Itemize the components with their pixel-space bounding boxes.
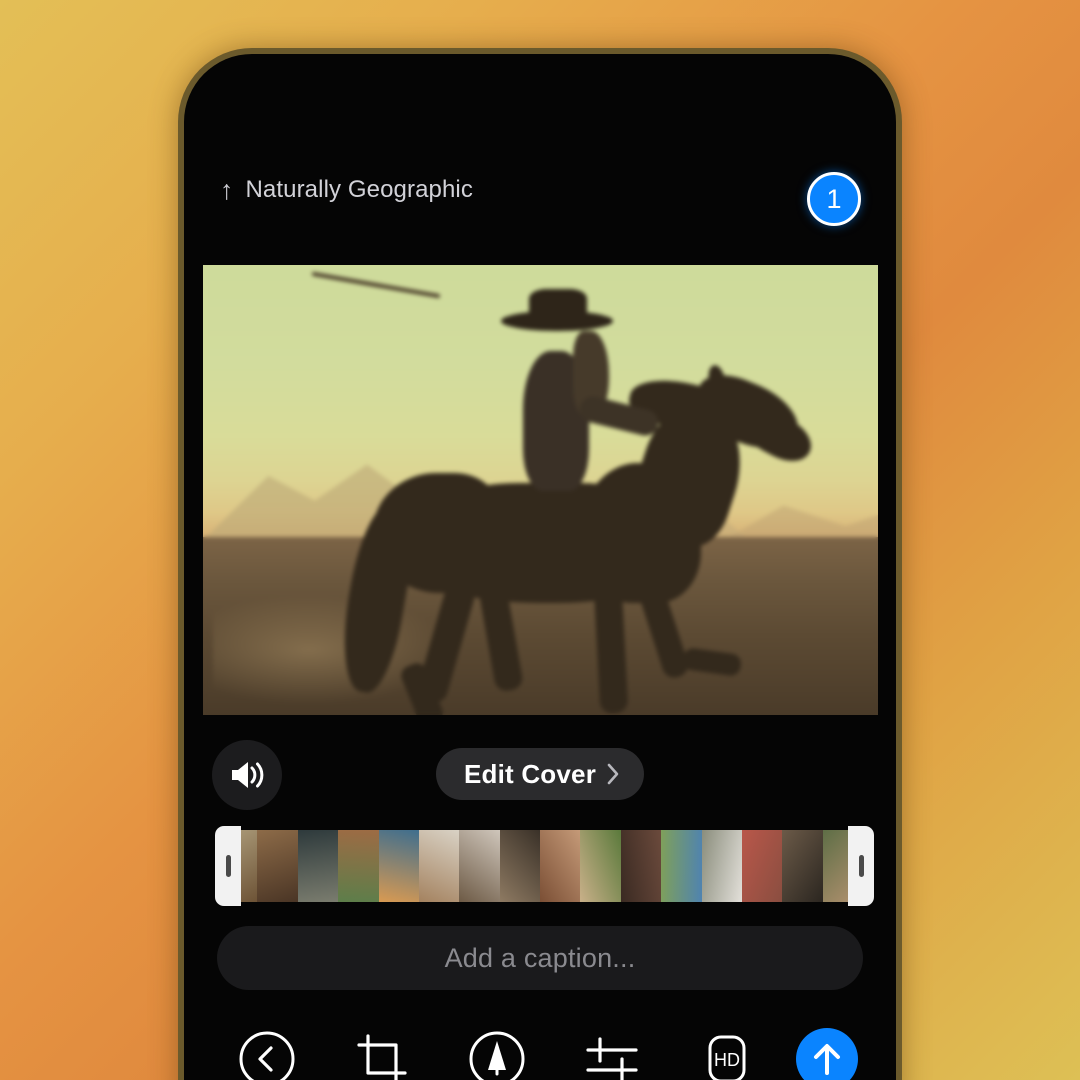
back-button[interactable]: [210, 1030, 325, 1080]
header-bar: ↑ Naturally Geographic 1: [184, 54, 896, 264]
crop-button[interactable]: [325, 1032, 440, 1080]
edit-cover-button[interactable]: Edit Cover: [435, 748, 645, 800]
cover-controls-row: Edit Cover: [184, 734, 896, 816]
mute-toggle-button[interactable]: [212, 740, 282, 810]
filmstrip-frame[interactable]: [540, 830, 581, 902]
chevron-right-icon: [606, 762, 620, 786]
phone-screen: ↑ Naturally Geographic 1 Edit Cover Add …: [184, 54, 896, 1080]
up-arrow-icon: ↑: [220, 174, 234, 205]
recipient-count-badge[interactable]: 1: [807, 172, 861, 226]
speaker-wave-icon: [228, 759, 266, 791]
filmstrip-frame[interactable]: [499, 830, 540, 902]
filmstrip-frame[interactable]: [418, 830, 460, 902]
caption-placeholder: Add a caption...: [444, 942, 636, 973]
crop-icon: [355, 1032, 409, 1080]
trim-handle-right[interactable]: [848, 826, 874, 906]
filmstrip-frame[interactable]: [338, 830, 379, 902]
trim-grip: [858, 855, 864, 877]
header-title-group[interactable]: ↑ Naturally Geographic: [220, 176, 473, 204]
filmstrip-frame[interactable]: [620, 830, 662, 902]
edit-cover-label: Edit Cover: [463, 758, 597, 789]
bottom-toolbar: HD: [184, 1010, 896, 1080]
send-button[interactable]: [795, 1028, 858, 1080]
screenshot-stage: ↑ Naturally Geographic 1 Edit Cover Add …: [0, 0, 1080, 1080]
filmstrip-frame[interactable]: [257, 830, 298, 902]
filmstrip-frame[interactable]: [661, 830, 702, 902]
caption-input[interactable]: Add a caption...: [217, 926, 863, 990]
send-button-wrapper: [784, 1028, 870, 1080]
svg-text:HD: HD: [714, 1050, 740, 1070]
filmstrip-frame[interactable]: [459, 830, 500, 902]
chevron-left-circle-icon: [238, 1030, 296, 1080]
arrow-up-icon: [810, 1041, 844, 1077]
filmstrip-frame[interactable]: [741, 830, 783, 902]
adjust-button[interactable]: [554, 1033, 669, 1080]
hd-badge-icon: HD: [699, 1032, 755, 1080]
filmstrip-frame[interactable]: [378, 830, 419, 902]
markup-button[interactable]: [440, 1030, 555, 1080]
horse-rider-silhouette: [311, 271, 819, 715]
recipient-count-label: 1: [826, 183, 842, 214]
video-filmstrip[interactable]: [217, 830, 863, 902]
video-preview[interactable]: [203, 265, 878, 715]
trim-handle-left[interactable]: [215, 826, 241, 906]
filmstrip-frame[interactable]: [297, 830, 339, 902]
filmstrip-frame[interactable]: [580, 830, 621, 902]
sliders-icon: [584, 1033, 640, 1080]
hd-button[interactable]: HD: [669, 1032, 784, 1080]
filmstrip-frame[interactable]: [701, 830, 742, 902]
trim-grip: [225, 855, 231, 877]
filmstrip-frame[interactable]: [782, 830, 823, 902]
pen-circle-icon: [468, 1030, 526, 1080]
page-title: Naturally Geographic: [245, 176, 473, 203]
